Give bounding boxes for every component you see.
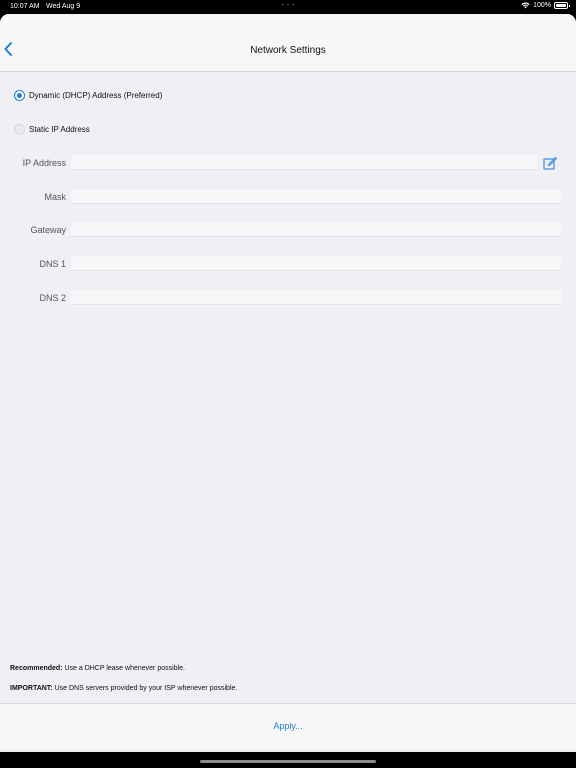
ip-address-row: IP Address [0, 155, 576, 171]
static-ip-radio[interactable] [14, 124, 25, 135]
battery-level [556, 4, 566, 7]
recommended-label: Recommended: [10, 665, 63, 672]
network-settings-sheet: Network Settings Dynamic (DHCP) Address … [0, 14, 576, 752]
dhcp-radio[interactable] [14, 90, 25, 101]
gateway-row: Gateway [0, 222, 576, 238]
dns1-input[interactable] [71, 256, 561, 271]
status-date: Wed Aug 9 [46, 3, 81, 10]
dns2-input[interactable] [71, 290, 561, 305]
wifi-icon [521, 2, 530, 9]
page-title: Network Settings [250, 45, 326, 56]
status-bar: 10:07 AM Wed Aug 9 100% [0, 0, 576, 14]
important-text: Use DNS servers provided by your ISP whe… [52, 685, 238, 692]
ip-address-label: IP Address [22, 158, 66, 168]
gateway-input[interactable] [71, 222, 561, 237]
dhcp-option-label: Dynamic (DHCP) Address (Preferred) [29, 91, 163, 100]
edit-icon[interactable] [543, 156, 557, 170]
navigation-bar: Network Settings [0, 14, 576, 72]
recommended-text: Use a DHCP lease whenever possible. [62, 665, 185, 672]
battery-icon [554, 2, 570, 9]
mask-row: Mask [0, 189, 576, 205]
dns2-label: DNS 2 [39, 293, 66, 303]
status-time: 10:07 AM [10, 3, 40, 10]
battery-percentage: 100% [533, 2, 551, 9]
static-ip-option[interactable]: Static IP Address [14, 124, 90, 135]
home-indicator [200, 760, 376, 763]
gateway-label: Gateway [30, 225, 66, 235]
dns2-row: DNS 2 [0, 290, 576, 306]
mask-input[interactable] [71, 189, 561, 204]
ip-address-input[interactable] [71, 155, 537, 170]
dns1-label: DNS 1 [39, 259, 66, 269]
apply-bar: Apply... [0, 703, 576, 749]
multitasking-dots-icon [282, 3, 294, 6]
static-ip-option-label: Static IP Address [29, 125, 90, 134]
status-right: 100% [521, 2, 570, 9]
mask-label: Mask [44, 192, 66, 202]
important-note: IMPORTANT: Use DNS servers provided by y… [10, 685, 237, 692]
important-label: IMPORTANT: [10, 685, 53, 692]
apply-button[interactable]: Apply... [0, 721, 576, 731]
dns1-row: DNS 1 [0, 256, 576, 272]
dhcp-option[interactable]: Dynamic (DHCP) Address (Preferred) [14, 90, 162, 101]
recommended-note: Recommended: Use a DHCP lease whenever p… [10, 665, 185, 672]
